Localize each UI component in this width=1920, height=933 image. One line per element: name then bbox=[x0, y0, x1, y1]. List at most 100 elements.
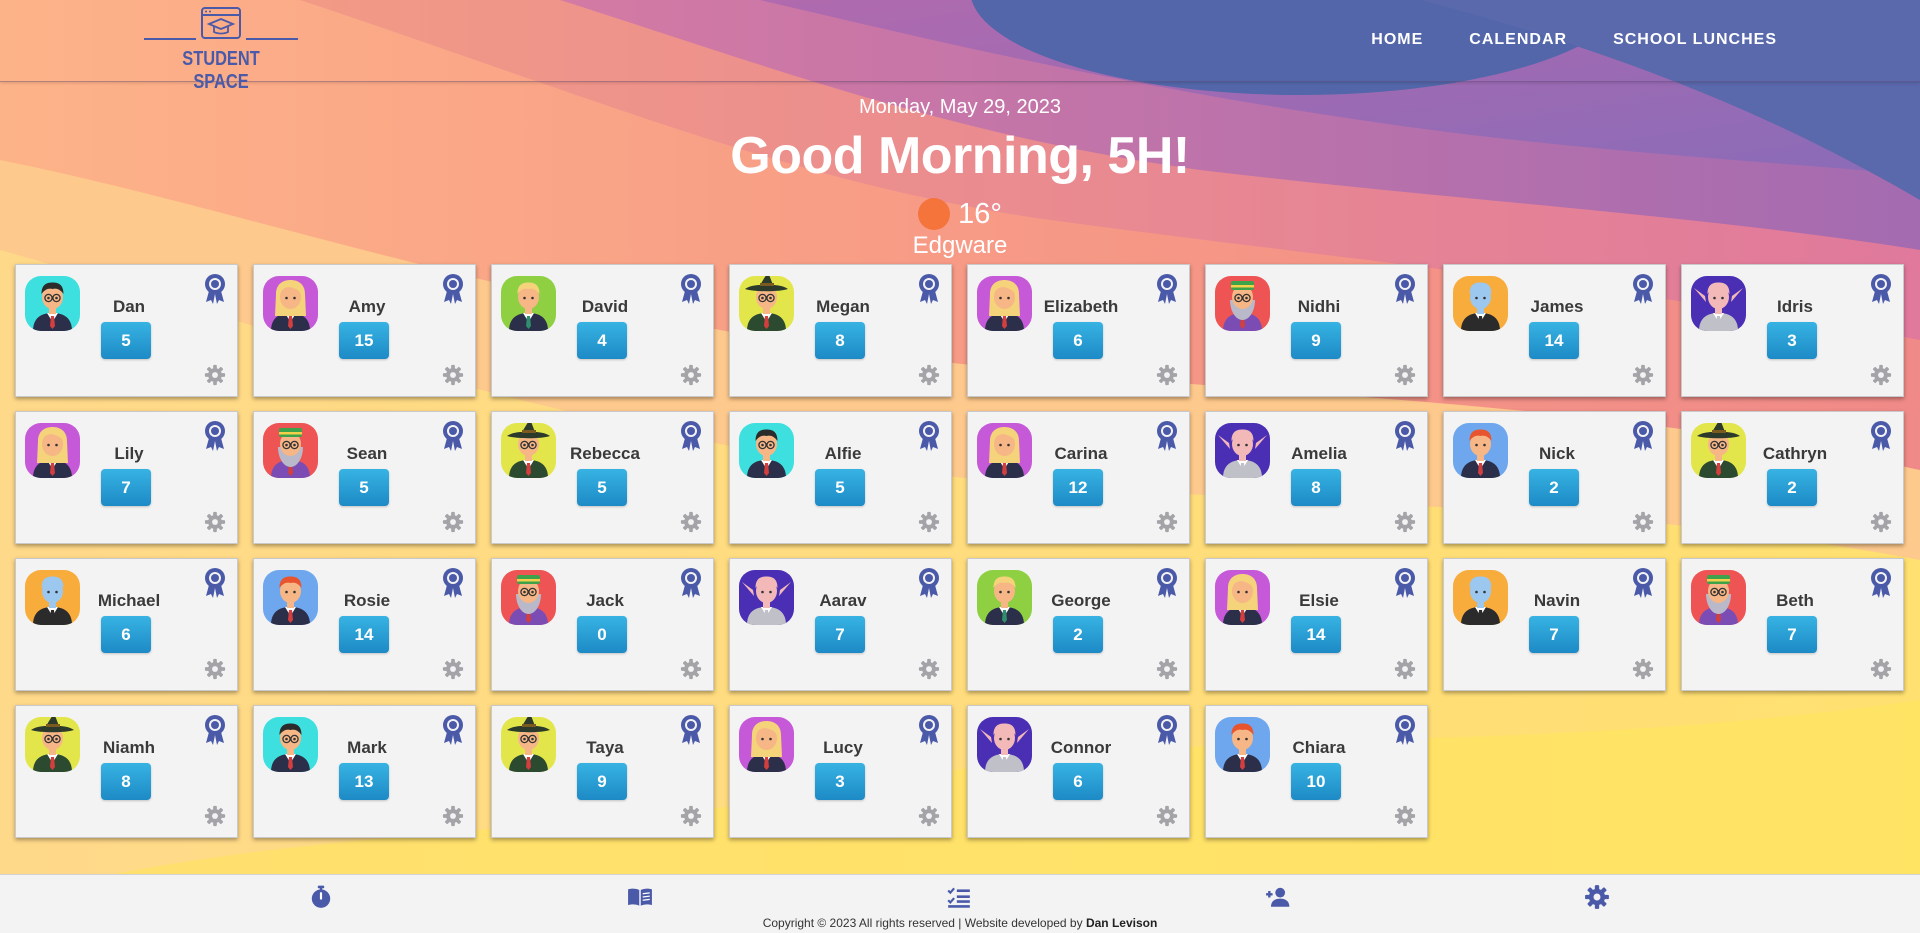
student-card[interactable]: George 2 bbox=[967, 558, 1190, 691]
student-points-badge[interactable]: 5 bbox=[815, 469, 865, 506]
student-card[interactable]: Amelia 8 bbox=[1205, 411, 1428, 544]
gear-icon[interactable] bbox=[442, 511, 464, 533]
checklist-icon[interactable] bbox=[946, 884, 972, 910]
gear-icon[interactable] bbox=[1870, 511, 1892, 533]
award-icon[interactable] bbox=[1632, 421, 1654, 451]
gear-icon[interactable] bbox=[1156, 658, 1178, 680]
student-points-badge[interactable]: 8 bbox=[815, 322, 865, 359]
student-card[interactable]: Lily 7 bbox=[15, 411, 238, 544]
student-card[interactable]: Rosie 14 bbox=[253, 558, 476, 691]
student-points-badge[interactable]: 0 bbox=[577, 616, 627, 653]
add-user-icon[interactable] bbox=[1265, 884, 1291, 910]
student-card[interactable]: Megan 8 bbox=[729, 264, 952, 397]
student-space-logo[interactable]: STUDENT SPACE bbox=[144, 6, 298, 93]
award-icon[interactable] bbox=[918, 421, 940, 451]
student-card[interactable]: Cathryn 2 bbox=[1681, 411, 1904, 544]
award-icon[interactable] bbox=[1156, 421, 1178, 451]
gear-icon[interactable] bbox=[680, 658, 702, 680]
award-icon[interactable] bbox=[1870, 568, 1892, 598]
award-icon[interactable] bbox=[442, 274, 464, 304]
student-points-badge[interactable]: 12 bbox=[1053, 469, 1103, 506]
student-points-badge[interactable]: 7 bbox=[1767, 616, 1817, 653]
gear-icon[interactable] bbox=[204, 805, 226, 827]
gear-icon[interactable] bbox=[1632, 658, 1654, 680]
student-card[interactable]: Idris 3 bbox=[1681, 264, 1904, 397]
award-icon[interactable] bbox=[1870, 421, 1892, 451]
award-icon[interactable] bbox=[442, 715, 464, 745]
award-icon[interactable] bbox=[1156, 568, 1178, 598]
student-card[interactable]: James 14 bbox=[1443, 264, 1666, 397]
student-card[interactable]: Chiara 10 bbox=[1205, 705, 1428, 838]
student-card[interactable]: Beth 7 bbox=[1681, 558, 1904, 691]
gear-icon[interactable] bbox=[1394, 511, 1416, 533]
student-card[interactable]: Michael 6 bbox=[15, 558, 238, 691]
gear-icon[interactable] bbox=[442, 805, 464, 827]
student-points-badge[interactable]: 2 bbox=[1529, 469, 1579, 506]
student-card[interactable]: Taya 9 bbox=[491, 705, 714, 838]
award-icon[interactable] bbox=[1632, 568, 1654, 598]
student-points-badge[interactable]: 8 bbox=[101, 763, 151, 800]
award-icon[interactable] bbox=[442, 568, 464, 598]
student-points-badge[interactable]: 3 bbox=[1767, 322, 1817, 359]
student-card[interactable]: Mark 13 bbox=[253, 705, 476, 838]
award-icon[interactable] bbox=[1394, 568, 1416, 598]
gear-icon[interactable] bbox=[918, 511, 940, 533]
gear-icon[interactable] bbox=[1156, 511, 1178, 533]
student-points-badge[interactable]: 9 bbox=[577, 763, 627, 800]
student-points-badge[interactable]: 7 bbox=[1529, 616, 1579, 653]
book-icon[interactable] bbox=[627, 884, 653, 910]
gear-icon[interactable] bbox=[1870, 658, 1892, 680]
gear-icon[interactable] bbox=[1394, 805, 1416, 827]
student-card[interactable]: Lucy 3 bbox=[729, 705, 952, 838]
student-points-badge[interactable]: 4 bbox=[577, 322, 627, 359]
student-card[interactable]: Nick 2 bbox=[1443, 411, 1666, 544]
award-icon[interactable] bbox=[1394, 274, 1416, 304]
student-card[interactable]: Elsie 14 bbox=[1205, 558, 1428, 691]
student-points-badge[interactable]: 3 bbox=[815, 763, 865, 800]
award-icon[interactable] bbox=[680, 715, 702, 745]
gear-icon[interactable] bbox=[680, 511, 702, 533]
student-points-badge[interactable]: 6 bbox=[1053, 763, 1103, 800]
gear-icon[interactable] bbox=[1156, 364, 1178, 386]
award-icon[interactable] bbox=[1632, 274, 1654, 304]
award-icon[interactable] bbox=[680, 274, 702, 304]
gear-icon[interactable] bbox=[680, 364, 702, 386]
student-points-badge[interactable]: 13 bbox=[339, 763, 389, 800]
award-icon[interactable] bbox=[204, 421, 226, 451]
award-icon[interactable] bbox=[918, 274, 940, 304]
gear-icon[interactable] bbox=[918, 658, 940, 680]
award-icon[interactable] bbox=[1156, 715, 1178, 745]
gear-icon[interactable] bbox=[204, 364, 226, 386]
student-points-badge[interactable]: 5 bbox=[339, 469, 389, 506]
student-points-badge[interactable]: 6 bbox=[101, 616, 151, 653]
student-points-badge[interactable]: 2 bbox=[1053, 616, 1103, 653]
gear-icon[interactable] bbox=[1632, 364, 1654, 386]
award-icon[interactable] bbox=[918, 568, 940, 598]
student-points-badge[interactable]: 7 bbox=[815, 616, 865, 653]
award-icon[interactable] bbox=[204, 568, 226, 598]
nav-home[interactable]: HOME bbox=[1371, 31, 1423, 49]
award-icon[interactable] bbox=[1394, 715, 1416, 745]
student-points-badge[interactable]: 10 bbox=[1291, 763, 1341, 800]
gear-icon[interactable] bbox=[1870, 364, 1892, 386]
student-card[interactable]: Rebecca 5 bbox=[491, 411, 714, 544]
award-icon[interactable] bbox=[1870, 274, 1892, 304]
award-icon[interactable] bbox=[680, 568, 702, 598]
gear-icon[interactable] bbox=[1632, 511, 1654, 533]
student-points-badge[interactable]: 8 bbox=[1291, 469, 1341, 506]
gear-icon[interactable] bbox=[1394, 364, 1416, 386]
student-card[interactable]: Alfie 5 bbox=[729, 411, 952, 544]
award-icon[interactable] bbox=[204, 715, 226, 745]
student-points-badge[interactable]: 5 bbox=[101, 322, 151, 359]
student-points-badge[interactable]: 9 bbox=[1291, 322, 1341, 359]
student-card[interactable]: Sean 5 bbox=[253, 411, 476, 544]
gear-icon[interactable] bbox=[1584, 884, 1610, 910]
nav-calendar[interactable]: CALENDAR bbox=[1469, 31, 1567, 49]
award-icon[interactable] bbox=[442, 421, 464, 451]
gear-icon[interactable] bbox=[918, 364, 940, 386]
award-icon[interactable] bbox=[680, 421, 702, 451]
student-card[interactable]: David 4 bbox=[491, 264, 714, 397]
award-icon[interactable] bbox=[204, 274, 226, 304]
student-card[interactable]: Jack 0 bbox=[491, 558, 714, 691]
student-points-badge[interactable]: 5 bbox=[577, 469, 627, 506]
